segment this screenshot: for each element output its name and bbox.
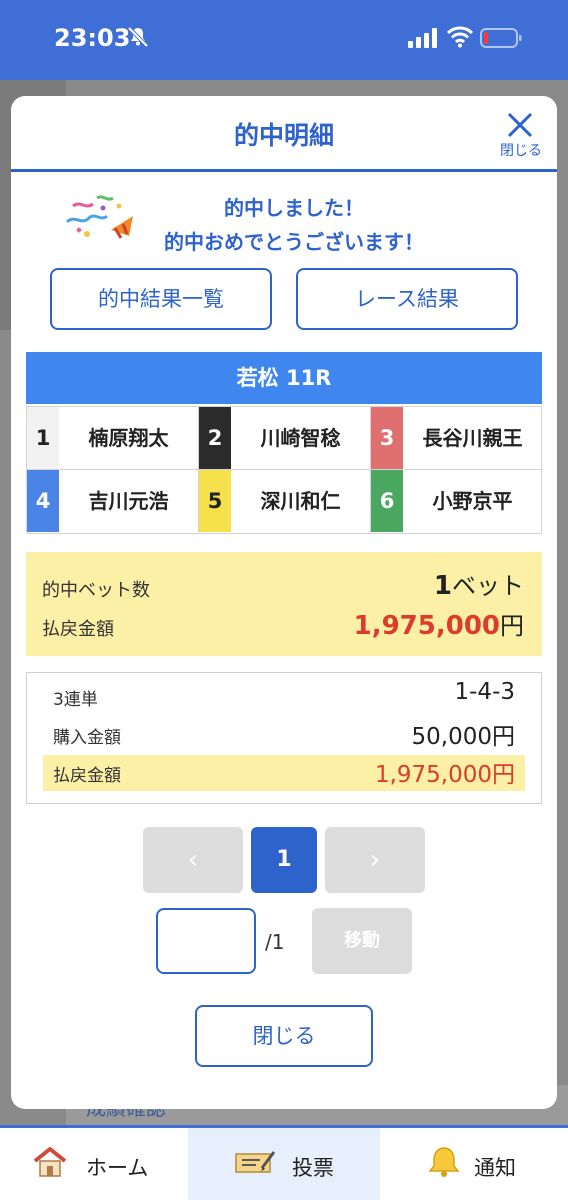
close-icon-label[interactable]: 閉じる (495, 140, 547, 160)
hit-bets-label: 的中ベット数 (42, 580, 150, 601)
nav-vote[interactable]: 投票 (188, 1128, 380, 1200)
purchase-row: 購入金額 50,000円 (43, 717, 525, 753)
nav-notice-label: 通知 (474, 1156, 516, 1180)
modal-title: 的中明細 (233, 121, 334, 150)
racer-number: 3 (371, 407, 403, 469)
nav-vote-label: 投票 (292, 1156, 334, 1180)
racer-number: 5 (199, 470, 231, 532)
congrats-subtitle: 的中おめでとうございます！ (164, 230, 424, 254)
hit-summary: 的中ベット数 1ベット 払戻金額 1,975,000円 (26, 552, 542, 656)
racer-cell: 6 小野京平 (371, 470, 543, 533)
bet-type: 3連単 (53, 690, 98, 710)
racer-number: 1 (27, 407, 59, 469)
status-bar: 23:03 (0, 0, 568, 80)
bell-off-icon (127, 26, 149, 48)
wifi-icon (447, 26, 473, 48)
prev-page-button[interactable]: ‹ (143, 827, 243, 893)
home-icon (33, 1147, 67, 1177)
racer-number: 4 (27, 470, 59, 532)
payout-row-label: 払戻金額 (53, 766, 121, 786)
payout-amount: 1,975,000 (353, 611, 500, 641)
racer-name: 長谷川親王 (422, 426, 523, 450)
racer-cell: 5 深川和仁 (199, 470, 371, 533)
racer-cell: 1 楠原翔太 (27, 407, 199, 470)
next-page-button[interactable]: › (325, 827, 425, 893)
hit-bets-unit: ベット (452, 572, 524, 600)
nav-notice[interactable]: 通知 (380, 1128, 568, 1200)
hit-results-list-button[interactable]: 的中結果一覧 (50, 268, 272, 330)
move-button[interactable]: 移動 (312, 908, 412, 974)
racer-number: 2 (199, 407, 231, 469)
racer-name: 楠原翔太 (88, 426, 169, 450)
racer-name: 川崎智稔 (260, 426, 341, 450)
nav-home-label: ホーム (86, 1156, 149, 1180)
bell-icon (428, 1147, 460, 1177)
page-number-input[interactable] (156, 908, 256, 974)
payout-total: 1,975,000円 (354, 606, 524, 641)
purchase-value: 50,000円 (411, 724, 515, 750)
payout-row-value: 1,975,000円 (374, 762, 515, 788)
payout-unit: 円 (500, 612, 524, 640)
current-page-button[interactable]: 1 (251, 827, 317, 893)
payout-row: 払戻金額 1,975,000円 (43, 755, 525, 791)
modal-header: 的中明細 閉じる (11, 96, 557, 172)
signal-icon (408, 28, 437, 48)
racer-name: 小野京平 (432, 489, 513, 513)
purchase-label: 購入金額 (53, 728, 121, 748)
race-header: 若松 11R (26, 352, 542, 404)
racer-number: 6 (371, 470, 403, 532)
close-button[interactable]: 閉じる (195, 1005, 373, 1067)
bet-combination: 1-4-3 (454, 679, 516, 705)
race-results-button[interactable]: レース結果 (296, 268, 518, 330)
racer-cell: 3 長谷川親王 (371, 407, 543, 470)
battery-icon (480, 28, 522, 48)
status-time: 23:03 (54, 24, 131, 52)
racer-name: 深川和仁 (260, 489, 341, 513)
racer-cell: 4 吉川元浩 (27, 470, 199, 533)
ticket-icon (235, 1151, 276, 1173)
racer-grid: 1 楠原翔太 2 川崎智稔 3 長谷川親王 4 吉川元浩 5 深川和仁 6 小野… (26, 406, 543, 534)
bet-detail-card: 3連単 1-4-3 購入金額 50,000円 払戻金額 1,975,000円 (26, 672, 542, 804)
page-total: /1 (265, 930, 285, 954)
racer-name: 吉川元浩 (88, 489, 169, 513)
hit-detail-modal: 的中明細 閉じる 的中しました！ 的中おめでとうございます！ 的中結果一覧 レー… (11, 96, 557, 1109)
hit-bets-count: 1 (433, 571, 452, 601)
bet-type-row: 3連単 1-4-3 (43, 679, 525, 715)
payout-label: 払戻金額 (42, 619, 114, 640)
hit-bets-value: 1ベット (434, 566, 524, 601)
racer-cell: 2 川崎智稔 (199, 407, 371, 470)
congrats-message: 的中しました！ (224, 196, 364, 220)
nav-home[interactable]: ホーム (0, 1128, 188, 1200)
bottom-nav: ホーム 投票 通知 (0, 1125, 568, 1200)
